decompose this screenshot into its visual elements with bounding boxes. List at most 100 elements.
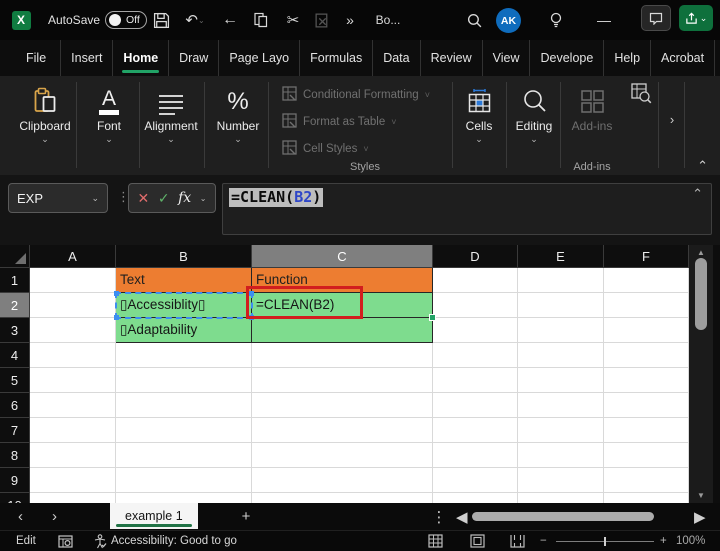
cell-E9[interactable] [518,468,604,493]
collapse-ribbon-icon[interactable]: ⌃ [697,158,708,174]
cell-A10[interactable] [30,493,116,503]
cut-icon[interactable]: ✂ [282,0,304,40]
add-sheet-icon[interactable]: + [236,503,256,530]
sheet-options-icon[interactable]: ⋮ [432,503,447,530]
cell-A7[interactable] [30,418,116,443]
column-header-D[interactable]: D [433,245,518,268]
row-header-7[interactable]: 7 [0,418,30,443]
cell-F9[interactable] [604,468,689,493]
cell-B6[interactable] [116,393,252,418]
cell-B1[interactable]: Text [116,268,252,293]
tab-formulas[interactable]: Formulas [300,40,374,76]
cell-F8[interactable] [604,443,689,468]
cancel-entry-icon[interactable]: ✕ [138,190,150,207]
fill-handle[interactable] [429,314,436,321]
page-break-view-icon[interactable] [510,531,525,551]
cell-F10[interactable] [604,493,689,503]
name-box[interactable]: EXP ⌄ [8,183,108,213]
cell-E8[interactable] [518,443,604,468]
save-icon[interactable] [150,0,172,40]
row-header-3[interactable]: 3 [0,318,30,343]
tab-acrobat[interactable]: Acrobat [651,40,716,76]
tab-draw[interactable]: Draw [169,40,220,76]
scroll-up-icon[interactable]: ▲ [689,248,713,257]
column-header-B[interactable]: B [116,245,252,268]
share-button[interactable]: ⌄ [679,5,713,31]
lightbulb-icon[interactable] [544,0,568,40]
vertical-scroll-thumb[interactable] [695,258,707,330]
cell-C8[interactable] [252,443,433,468]
row-header-10[interactable]: 10 [0,493,30,503]
ribbon-more-chevron-icon[interactable]: › [664,112,680,127]
cell-C10[interactable] [252,493,433,503]
cell-D5[interactable] [433,368,518,393]
row-header-8[interactable]: 8 [0,443,30,468]
toolbar-overflow-icon[interactable]: » [340,0,360,40]
cells-group-button[interactable]: Cells ⌄ [454,83,504,144]
macro-record-icon[interactable] [58,531,73,551]
column-header-F[interactable]: F [604,245,689,268]
undo-icon[interactable]: ↶ ⌄ [182,0,208,40]
group-font[interactable]: A Font ⌄ [79,83,139,144]
cell-A2[interactable] [30,293,116,318]
next-sheet-icon[interactable]: › [52,503,57,530]
vertical-scrollbar[interactable]: ▲ ▼ [689,245,713,503]
autosave-toggle[interactable]: Off [105,11,147,29]
fx-chevron-icon[interactable]: ⌄ [200,194,207,203]
cell-A9[interactable] [30,468,116,493]
cell-F3[interactable] [604,318,689,343]
cell-F6[interactable] [604,393,689,418]
cell-A8[interactable] [30,443,116,468]
excel-labs-icon[interactable] [630,82,653,110]
cell-C3[interactable] [252,318,433,343]
cell-F5[interactable] [604,368,689,393]
cell-E4[interactable] [518,343,604,368]
comments-button[interactable] [641,5,671,31]
tab-file[interactable]: File [12,40,62,76]
user-avatar[interactable]: AK [496,8,521,33]
cell-E5[interactable] [518,368,604,393]
document-title[interactable]: Bo... [368,0,408,40]
cell-E7[interactable] [518,418,604,443]
group-alignment[interactable]: Alignment ⌄ [141,83,201,144]
cell-F1[interactable] [604,268,689,293]
cell-F7[interactable] [604,418,689,443]
hscroll-right-icon[interactable]: ▶ [694,503,706,530]
cell-B5[interactable] [116,368,252,393]
cell-A5[interactable] [30,368,116,393]
name-box-chevron-icon[interactable]: ⌄ [91,193,99,204]
minimize-button[interactable]: — [590,0,618,40]
cell-D2[interactable] [433,293,518,318]
group-number[interactable]: % Number ⌄ [208,83,268,144]
cell-D10[interactable] [433,493,518,503]
hscroll-left-icon[interactable]: ◀ [456,503,468,530]
cell-B7[interactable] [116,418,252,443]
zoom-in-icon[interactable]: + [660,531,667,551]
group-clipboard[interactable]: Clipboard ⌄ [15,83,75,144]
column-header-E[interactable]: E [518,245,604,268]
cell-C6[interactable] [252,393,433,418]
back-arrow-icon[interactable]: ← [218,0,242,40]
cell-A6[interactable] [30,393,116,418]
cell-D3[interactable] [433,318,518,343]
cell-D4[interactable] [433,343,518,368]
cell-B4[interactable] [116,343,252,368]
tab-data[interactable]: Data [373,40,421,76]
cell-D8[interactable] [433,443,518,468]
cell-D1[interactable] [433,268,518,293]
collapse-formula-bar-icon[interactable]: ⌃ [692,186,703,202]
cell-C5[interactable] [252,368,433,393]
row-header-5[interactable]: 5 [0,368,30,393]
tab-review[interactable]: Review [421,40,483,76]
cell-D7[interactable] [433,418,518,443]
cell-E6[interactable] [518,393,604,418]
sheet-tab-example1[interactable]: example 1 [110,503,198,529]
cell-A1[interactable] [30,268,116,293]
cell-B3[interactable]: ▯Adaptability [116,318,252,343]
cell-A4[interactable] [30,343,116,368]
formula-input[interactable]: =CLEAN(B2) ⌃ [222,183,712,235]
cell-C7[interactable] [252,418,433,443]
cell-B9[interactable] [116,468,252,493]
page-layout-view-icon[interactable] [470,531,485,551]
row-header-2[interactable]: 2 [0,293,30,318]
